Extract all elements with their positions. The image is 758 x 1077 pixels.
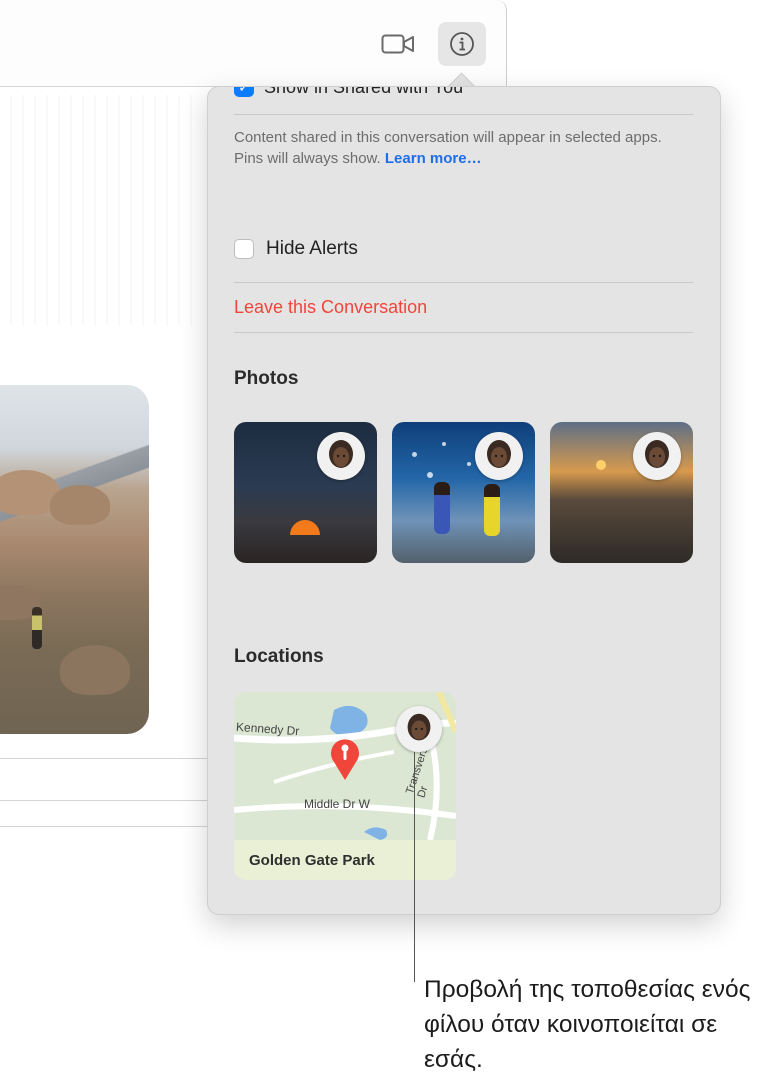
video-camera-icon (381, 34, 414, 54)
info-circle-icon (450, 32, 474, 56)
map-location-name: Golden Gate Park (249, 851, 375, 869)
checkmark-icon: ✓ (234, 87, 254, 97)
avatar (317, 432, 365, 480)
hide-alerts-toggle[interactable]: Hide Alerts (234, 237, 358, 261)
divider (234, 282, 693, 283)
learn-more-link[interactable]: Learn more… (385, 150, 482, 167)
callout-line (414, 752, 415, 982)
shared-location-map[interactable]: Kennedy Dr Middle Dr W Transverse Dr Gol… (234, 692, 456, 880)
photo-splash (467, 462, 471, 466)
photo-person (484, 484, 500, 536)
divider (234, 114, 693, 115)
photo-thumbnail[interactable] (234, 422, 377, 563)
photo-rock (50, 485, 110, 525)
photo-thumbnail[interactable] (550, 422, 693, 563)
messages-toolbar (0, 0, 507, 87)
map-caption-bar: Golden Gate Park (234, 840, 456, 880)
photo-thumbnail[interactable] (392, 422, 535, 563)
conversation-details-popover: ✓ Show in Shared with You Content shared… (207, 86, 721, 915)
message-background-pattern (0, 95, 200, 325)
photo-person (32, 607, 42, 649)
divider (234, 332, 693, 333)
photos-section-title: Photos (234, 368, 299, 389)
map-pin-icon (331, 739, 359, 780)
leave-conversation-button[interactable]: Leave this Conversation (234, 297, 427, 318)
photo-splash (427, 472, 433, 478)
photo-splash (412, 452, 417, 457)
memoji-avatar-icon (645, 440, 669, 468)
memoji-avatar-icon (407, 713, 431, 741)
photo-rock (60, 645, 130, 695)
shared-with-you-description: Content shared in this conversation will… (234, 127, 694, 169)
memoji-avatar-icon (487, 440, 511, 468)
shared-with-you-toggle[interactable]: ✓ Show in Shared with You (234, 86, 464, 97)
hide-alerts-label: Hide Alerts (266, 238, 358, 259)
avatar (396, 706, 442, 752)
memoji-avatar-icon (329, 440, 353, 468)
locations-section-title: Locations (234, 646, 324, 667)
photo-light-flare (290, 520, 320, 535)
avatar (475, 432, 523, 480)
shared-desert-photo[interactable] (0, 385, 149, 734)
hide-alerts-checkbox[interactable] (234, 239, 254, 259)
photo-sun (596, 460, 606, 470)
photo-person (434, 482, 450, 534)
info-button[interactable] (438, 22, 486, 66)
photo-splash (442, 442, 446, 446)
avatar (633, 432, 681, 480)
callout-text: Προβολή της τοποθεσίας ενός φίλου όταν κ… (424, 976, 751, 1073)
shared-with-you-label: Show in Shared with You (264, 86, 464, 97)
map-street-label: Middle Dr W (304, 797, 371, 811)
facetime-video-button[interactable] (378, 30, 418, 58)
